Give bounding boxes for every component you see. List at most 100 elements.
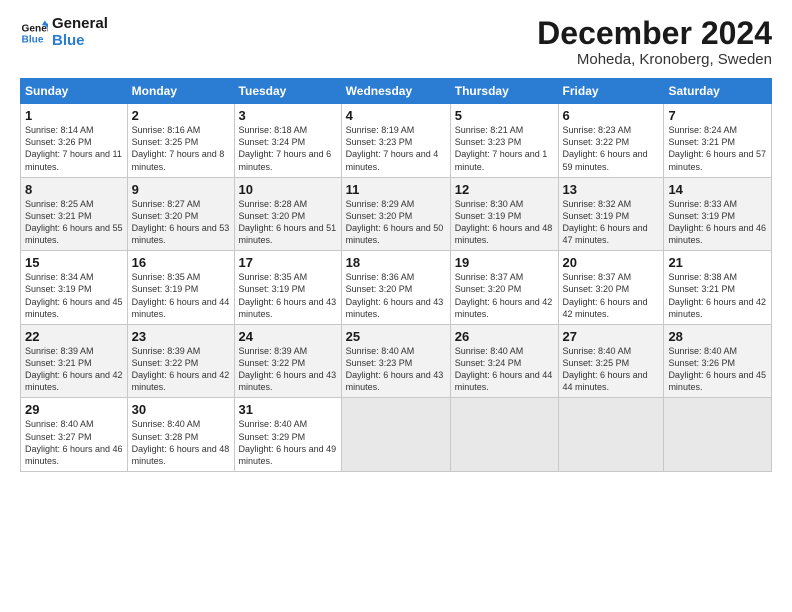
day-number: 23	[132, 329, 230, 344]
day-info: Sunrise: 8:14 AMSunset: 3:26 PMDaylight:…	[25, 124, 123, 173]
svg-text:Blue: Blue	[22, 34, 44, 45]
calendar-cell: 15Sunrise: 8:34 AMSunset: 3:19 PMDayligh…	[21, 251, 128, 325]
day-info: Sunrise: 8:24 AMSunset: 3:21 PMDaylight:…	[668, 124, 767, 173]
calendar-cell: 1Sunrise: 8:14 AMSunset: 3:26 PMDaylight…	[21, 104, 128, 178]
day-info: Sunrise: 8:40 AMSunset: 3:28 PMDaylight:…	[132, 418, 230, 467]
calendar-cell: 6Sunrise: 8:23 AMSunset: 3:22 PMDaylight…	[558, 104, 664, 178]
calendar-header-thursday: Thursday	[450, 79, 558, 104]
day-number: 6	[563, 108, 660, 123]
calendar-cell: 21Sunrise: 8:38 AMSunset: 3:21 PMDayligh…	[664, 251, 772, 325]
day-info: Sunrise: 8:39 AMSunset: 3:22 PMDaylight:…	[239, 345, 337, 394]
day-number: 27	[563, 329, 660, 344]
day-info: Sunrise: 8:34 AMSunset: 3:19 PMDaylight:…	[25, 271, 123, 320]
day-info: Sunrise: 8:28 AMSunset: 3:20 PMDaylight:…	[239, 198, 337, 247]
calendar-cell: 30Sunrise: 8:40 AMSunset: 3:28 PMDayligh…	[127, 398, 234, 472]
day-number: 17	[239, 255, 337, 270]
day-info: Sunrise: 8:37 AMSunset: 3:20 PMDaylight:…	[563, 271, 660, 320]
calendar-header-monday: Monday	[127, 79, 234, 104]
calendar-cell: 25Sunrise: 8:40 AMSunset: 3:23 PMDayligh…	[341, 324, 450, 398]
day-number: 12	[455, 182, 554, 197]
day-number: 10	[239, 182, 337, 197]
calendar-cell	[450, 398, 558, 472]
calendar-cell: 28Sunrise: 8:40 AMSunset: 3:26 PMDayligh…	[664, 324, 772, 398]
day-number: 4	[346, 108, 446, 123]
calendar-cell: 14Sunrise: 8:33 AMSunset: 3:19 PMDayligh…	[664, 177, 772, 251]
logo: General Blue General Blue	[20, 16, 108, 49]
day-number: 9	[132, 182, 230, 197]
calendar-week-5: 29Sunrise: 8:40 AMSunset: 3:27 PMDayligh…	[21, 398, 772, 472]
calendar-cell: 3Sunrise: 8:18 AMSunset: 3:24 PMDaylight…	[234, 104, 341, 178]
calendar-header-row: SundayMondayTuesdayWednesdayThursdayFrid…	[21, 79, 772, 104]
day-info: Sunrise: 8:39 AMSunset: 3:22 PMDaylight:…	[132, 345, 230, 394]
day-number: 13	[563, 182, 660, 197]
day-info: Sunrise: 8:16 AMSunset: 3:25 PMDaylight:…	[132, 124, 230, 173]
day-info: Sunrise: 8:18 AMSunset: 3:24 PMDaylight:…	[239, 124, 337, 173]
title-block: December 2024 Moheda, Kronoberg, Sweden	[537, 16, 772, 68]
day-info: Sunrise: 8:30 AMSunset: 3:19 PMDaylight:…	[455, 198, 554, 247]
calendar-cell: 19Sunrise: 8:37 AMSunset: 3:20 PMDayligh…	[450, 251, 558, 325]
day-info: Sunrise: 8:29 AMSunset: 3:20 PMDaylight:…	[346, 198, 446, 247]
calendar-cell: 7Sunrise: 8:24 AMSunset: 3:21 PMDaylight…	[664, 104, 772, 178]
calendar-header-sunday: Sunday	[21, 79, 128, 104]
day-info: Sunrise: 8:39 AMSunset: 3:21 PMDaylight:…	[25, 345, 123, 394]
day-number: 19	[455, 255, 554, 270]
calendar-cell: 26Sunrise: 8:40 AMSunset: 3:24 PMDayligh…	[450, 324, 558, 398]
calendar-cell: 31Sunrise: 8:40 AMSunset: 3:29 PMDayligh…	[234, 398, 341, 472]
day-number: 14	[668, 182, 767, 197]
calendar-header-tuesday: Tuesday	[234, 79, 341, 104]
day-number: 29	[25, 402, 123, 417]
calendar-cell	[558, 398, 664, 472]
day-info: Sunrise: 8:27 AMSunset: 3:20 PMDaylight:…	[132, 198, 230, 247]
day-info: Sunrise: 8:38 AMSunset: 3:21 PMDaylight:…	[668, 271, 767, 320]
calendar-cell: 12Sunrise: 8:30 AMSunset: 3:19 PMDayligh…	[450, 177, 558, 251]
day-number: 24	[239, 329, 337, 344]
calendar-cell: 24Sunrise: 8:39 AMSunset: 3:22 PMDayligh…	[234, 324, 341, 398]
day-number: 8	[25, 182, 123, 197]
calendar-cell: 20Sunrise: 8:37 AMSunset: 3:20 PMDayligh…	[558, 251, 664, 325]
calendar-cell	[664, 398, 772, 472]
day-number: 2	[132, 108, 230, 123]
calendar-body: 1Sunrise: 8:14 AMSunset: 3:26 PMDaylight…	[21, 104, 772, 472]
day-number: 5	[455, 108, 554, 123]
day-info: Sunrise: 8:35 AMSunset: 3:19 PMDaylight:…	[239, 271, 337, 320]
day-number: 16	[132, 255, 230, 270]
logo-blue: Blue	[52, 33, 108, 50]
day-number: 28	[668, 329, 767, 344]
day-info: Sunrise: 8:19 AMSunset: 3:23 PMDaylight:…	[346, 124, 446, 173]
day-info: Sunrise: 8:21 AMSunset: 3:23 PMDaylight:…	[455, 124, 554, 173]
calendar-table: SundayMondayTuesdayWednesdayThursdayFrid…	[20, 78, 772, 472]
day-number: 18	[346, 255, 446, 270]
day-number: 30	[132, 402, 230, 417]
calendar-cell: 11Sunrise: 8:29 AMSunset: 3:20 PMDayligh…	[341, 177, 450, 251]
day-info: Sunrise: 8:40 AMSunset: 3:27 PMDaylight:…	[25, 418, 123, 467]
day-info: Sunrise: 8:37 AMSunset: 3:20 PMDaylight:…	[455, 271, 554, 320]
calendar-header-saturday: Saturday	[664, 79, 772, 104]
calendar-week-3: 15Sunrise: 8:34 AMSunset: 3:19 PMDayligh…	[21, 251, 772, 325]
subtitle: Moheda, Kronoberg, Sweden	[537, 51, 772, 68]
header: General Blue General Blue December 2024 …	[20, 16, 772, 68]
calendar-cell: 16Sunrise: 8:35 AMSunset: 3:19 PMDayligh…	[127, 251, 234, 325]
day-info: Sunrise: 8:32 AMSunset: 3:19 PMDaylight:…	[563, 198, 660, 247]
day-info: Sunrise: 8:35 AMSunset: 3:19 PMDaylight:…	[132, 271, 230, 320]
day-info: Sunrise: 8:23 AMSunset: 3:22 PMDaylight:…	[563, 124, 660, 173]
day-number: 26	[455, 329, 554, 344]
day-number: 25	[346, 329, 446, 344]
day-number: 15	[25, 255, 123, 270]
main-title: December 2024	[537, 16, 772, 51]
calendar-cell: 9Sunrise: 8:27 AMSunset: 3:20 PMDaylight…	[127, 177, 234, 251]
day-info: Sunrise: 8:36 AMSunset: 3:20 PMDaylight:…	[346, 271, 446, 320]
logo-general: General	[52, 16, 108, 33]
day-info: Sunrise: 8:40 AMSunset: 3:25 PMDaylight:…	[563, 345, 660, 394]
day-info: Sunrise: 8:40 AMSunset: 3:29 PMDaylight:…	[239, 418, 337, 467]
day-number: 7	[668, 108, 767, 123]
calendar-week-1: 1Sunrise: 8:14 AMSunset: 3:26 PMDaylight…	[21, 104, 772, 178]
calendar-cell: 4Sunrise: 8:19 AMSunset: 3:23 PMDaylight…	[341, 104, 450, 178]
calendar-cell: 29Sunrise: 8:40 AMSunset: 3:27 PMDayligh…	[21, 398, 128, 472]
calendar-header-friday: Friday	[558, 79, 664, 104]
day-info: Sunrise: 8:40 AMSunset: 3:23 PMDaylight:…	[346, 345, 446, 394]
day-number: 11	[346, 182, 446, 197]
calendar-cell: 18Sunrise: 8:36 AMSunset: 3:20 PMDayligh…	[341, 251, 450, 325]
day-number: 22	[25, 329, 123, 344]
calendar-cell: 27Sunrise: 8:40 AMSunset: 3:25 PMDayligh…	[558, 324, 664, 398]
calendar-week-4: 22Sunrise: 8:39 AMSunset: 3:21 PMDayligh…	[21, 324, 772, 398]
